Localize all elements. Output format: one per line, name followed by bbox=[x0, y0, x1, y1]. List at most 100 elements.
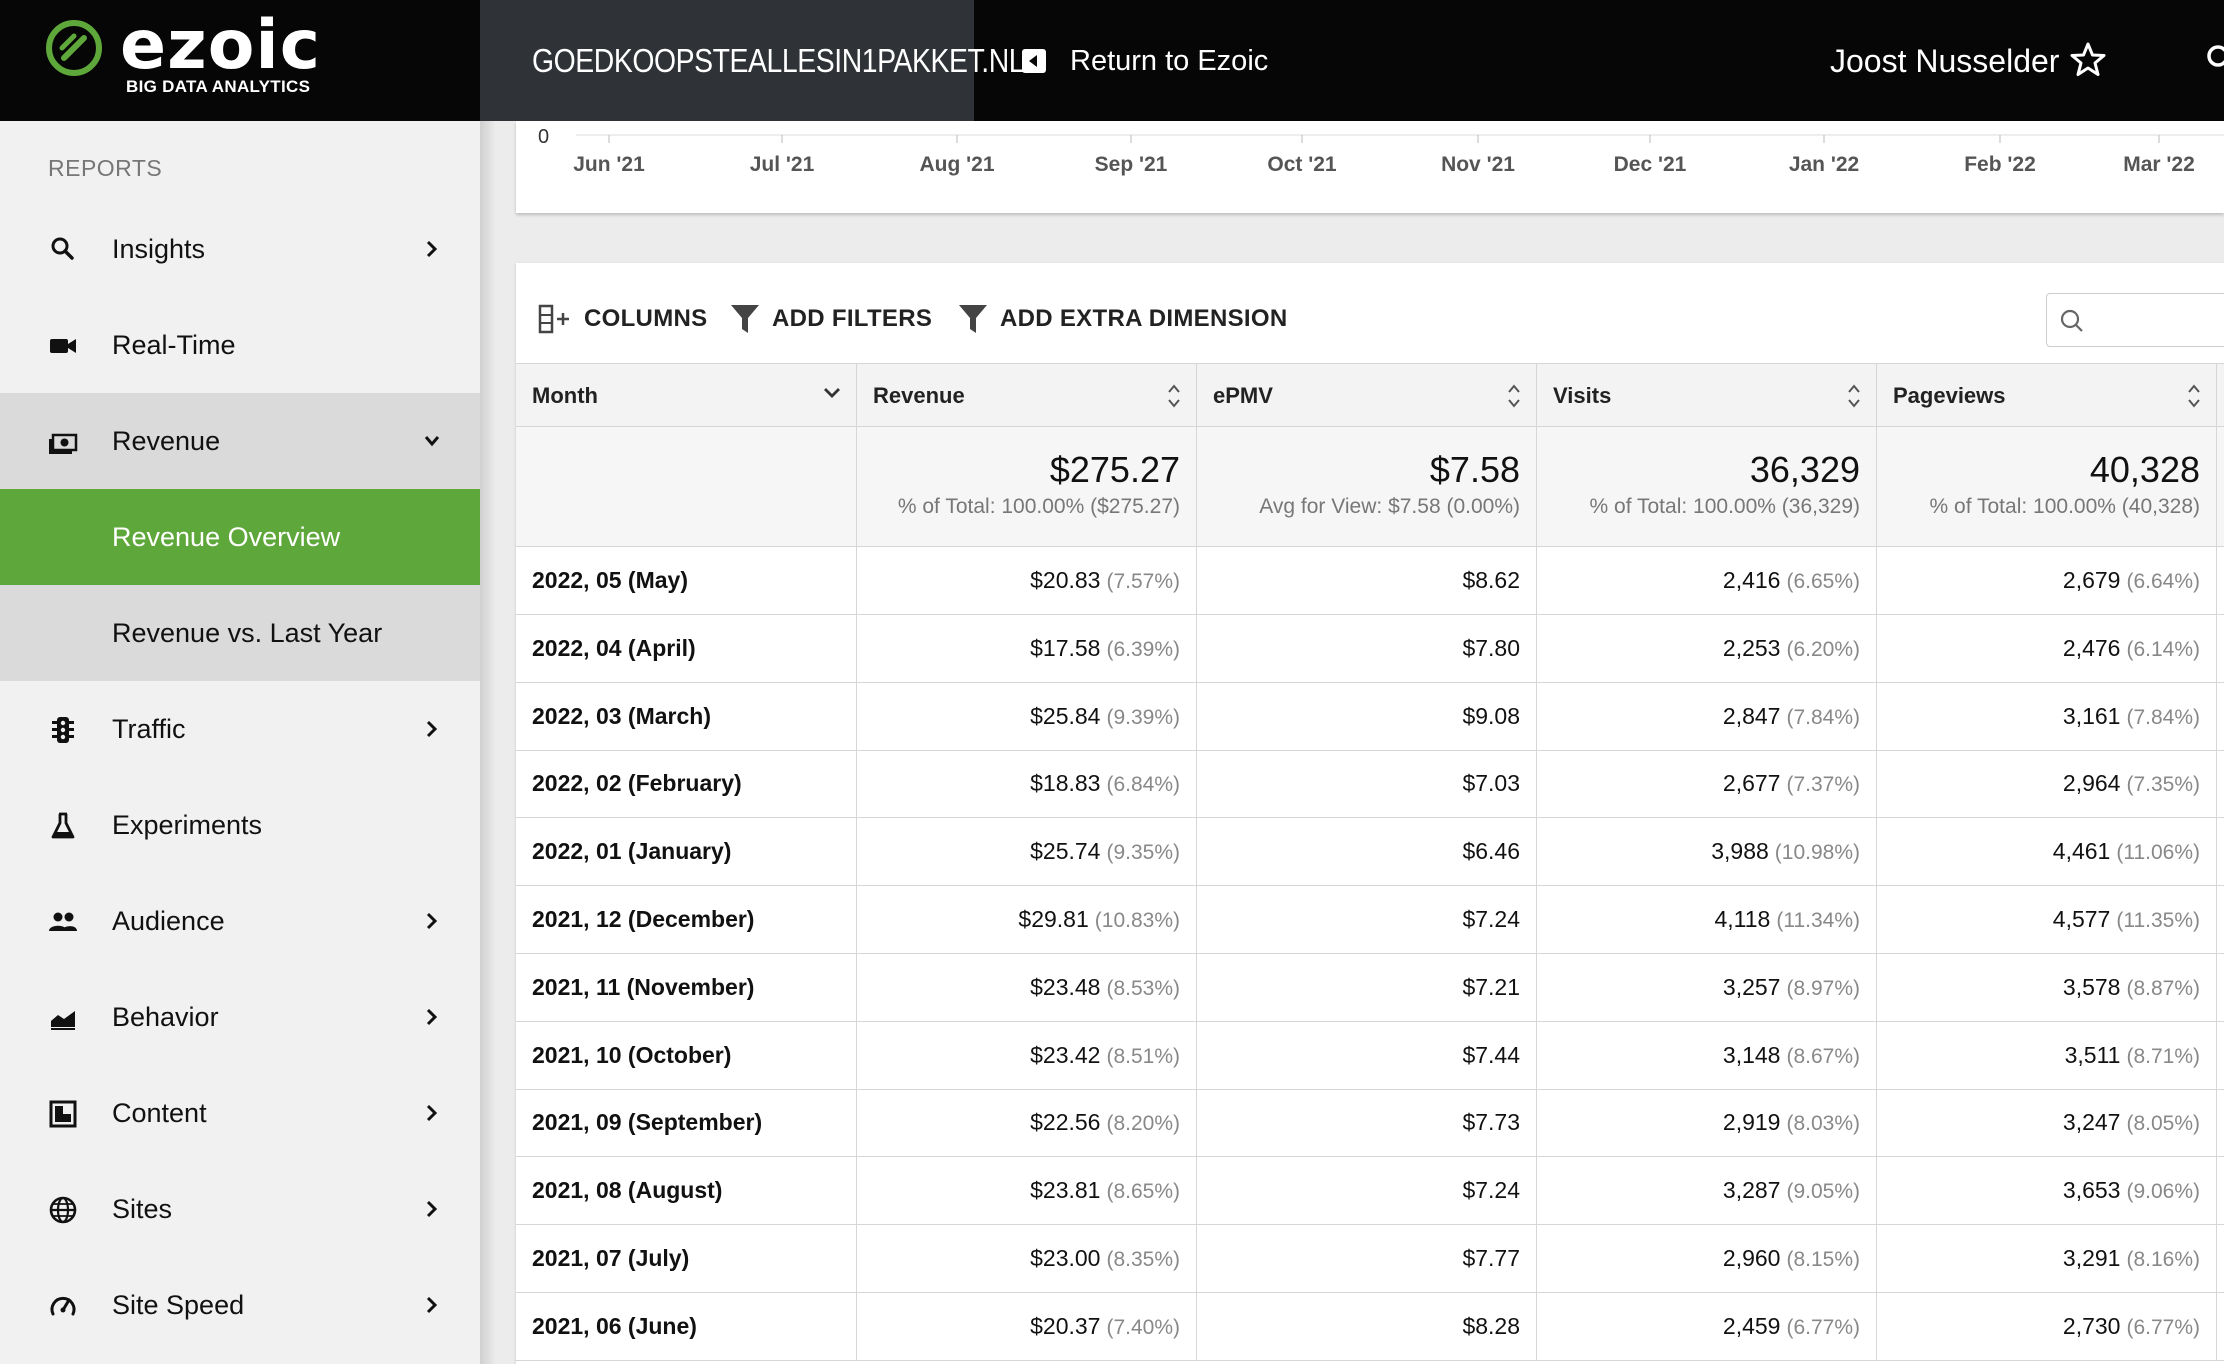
x-tick-label: Oct '21 bbox=[1267, 153, 1337, 176]
cell-percent: (8.51%) bbox=[1106, 1044, 1180, 1068]
cell-value: 3,247 bbox=[2062, 1109, 2121, 1136]
table-row[interactable]: 2021, 09 (September) $22.56 (8.20%) $7.73 2,… bbox=[516, 1089, 2224, 1158]
cell-month: 2022, 01 (January) bbox=[516, 818, 857, 886]
cell-value: $25.84 bbox=[1030, 702, 1101, 729]
cell-percent: (10.83%) bbox=[1094, 909, 1180, 932]
sort-icon bbox=[1848, 384, 1860, 408]
table-row[interactable]: 2021, 12 (December) $29.81 (10.83%) $7.24 4,… bbox=[516, 886, 2224, 954]
cell-percent: (11.06%) bbox=[2116, 841, 2200, 865]
search-icon bbox=[51, 237, 74, 260]
table-row[interactable]: 2022, 05 (May) $20.83 (7.57%) $8.62 2,416 (6.… bbox=[516, 547, 2224, 615]
chevron-right-icon bbox=[426, 240, 438, 258]
sidebar-item-insights[interactable]: Insights bbox=[0, 201, 480, 297]
column-header-epmv[interactable]: ePMV bbox=[1197, 364, 1537, 427]
cell-month: 2021, 12 (December) bbox=[516, 886, 857, 953]
cell-pageviews: 3,578 (8.87%) bbox=[1877, 953, 2217, 1021]
columns-icon bbox=[538, 304, 569, 334]
sidebar-item-label: Content bbox=[112, 1097, 207, 1128]
chevron-down-icon bbox=[824, 388, 840, 398]
area-chart-icon bbox=[51, 1011, 75, 1030]
total-value: 40,328 bbox=[2089, 449, 2200, 490]
cell-value: 2,476 bbox=[2062, 634, 2121, 661]
sidebar-shadow bbox=[480, 121, 496, 1364]
sidebar-item-sites[interactable]: Sites bbox=[0, 1161, 480, 1257]
total-note: % of Total: 100.00% (40,328) bbox=[1929, 495, 2200, 518]
column-header-visits[interactable]: Visits bbox=[1537, 364, 1877, 427]
video-camera-icon bbox=[50, 339, 76, 353]
sidebar-item-experiments[interactable]: Experiments bbox=[0, 777, 480, 873]
sidebar-item-label: Revenue bbox=[112, 425, 221, 456]
sidebar-item-label: Revenue Overview bbox=[112, 521, 341, 552]
cell-visits: 3,988 (10.98%) bbox=[1537, 818, 1877, 886]
cell-percent: (7.84%) bbox=[1786, 705, 1860, 729]
cell-value: 2021, 07 (July) bbox=[532, 1245, 690, 1271]
table-row[interactable]: 2022, 04 (April) $17.58 (6.39%) $7.80 2,253(… bbox=[516, 614, 2224, 683]
table-row[interactable]: 2021, 08 (August) $23.81 (8.65%) $7.24 3,287… bbox=[516, 1157, 2224, 1226]
sidebar-item-label: Revenue vs. Last Year bbox=[112, 617, 383, 648]
totals-pageviews-cell: 40,328 % of Total: 100.00% (40,328) bbox=[1877, 427, 2217, 547]
cell-pageviews: 3,653 (9.06%) bbox=[1877, 1157, 2217, 1225]
sidebar-item-behavior[interactable]: Behavior bbox=[0, 969, 480, 1065]
cell-value: $7.21 bbox=[1462, 973, 1520, 1000]
table-row[interactable]: 2021, 11 (November) $23.48 (8.53%) $7.21 3,2… bbox=[516, 953, 2224, 1022]
return-to-ezoic-link[interactable]: Return to Ezoic bbox=[1022, 38, 1268, 84]
sidebar-item-revenue-overview[interactable]: Revenue Overview bbox=[0, 489, 480, 585]
table-row[interactable]: 2022, 03 (March) $25.84 (9.39%) $9.08 2,847(… bbox=[516, 682, 2224, 751]
cell-value: 3,257 bbox=[1722, 973, 1781, 1000]
table-search-input[interactable] bbox=[2046, 293, 2224, 347]
table-row[interactable]: 2022, 02 (February) $18.83 (6.84%) $7.03 2,6… bbox=[516, 750, 2224, 819]
cell-value: 4,461 bbox=[2052, 838, 2111, 865]
add-extra-dimension-button[interactable]: ADD EXTRA DIMENSION bbox=[958, 299, 1288, 339]
x-tick-label: Aug '21 bbox=[919, 153, 994, 176]
add-filters-button[interactable]: ADD FILTERS bbox=[730, 299, 932, 339]
sidebar-item-site-speed[interactable]: Site Speed bbox=[0, 1257, 480, 1353]
cell-percent: (6.14%) bbox=[2126, 637, 2200, 661]
table-row[interactable]: 2021, 07 (July) $23.00 (8.35%) $7.77 2,960 (8… bbox=[516, 1225, 2224, 1293]
cell-percent: (11.35%) bbox=[2116, 909, 2200, 932]
column-header-month[interactable]: Month bbox=[516, 364, 857, 427]
cell-revenue: $20.83 (7.57%) bbox=[857, 547, 1197, 614]
search-icon[interactable] bbox=[2204, 38, 2224, 82]
sidebar-item-audience[interactable]: Audience bbox=[0, 873, 480, 969]
chevron-down-icon bbox=[424, 436, 440, 447]
table-row[interactable]: 2021, 06 (June) $20.37 (7.40%) $8.28 2,459 (6… bbox=[516, 1292, 2224, 1361]
sidebar-item-revenue-vs-last-year[interactable]: Revenue vs. Last Year bbox=[0, 585, 480, 681]
columns-button[interactable]: COLUMNS bbox=[538, 299, 707, 339]
cell-epmv: $7.44 bbox=[1197, 1021, 1537, 1089]
cell-value: 3,291 bbox=[2062, 1245, 2121, 1271]
cell-percent: (8.20%) bbox=[1106, 1112, 1180, 1136]
cell-visits: 2,919 (8.03%) bbox=[1537, 1089, 1877, 1157]
ezoic-logo[interactable]: ezoic BIG DATA ANALYTICS bbox=[0, 0, 480, 121]
cell-value: $22.56 bbox=[1030, 1109, 1101, 1136]
star-icon[interactable] bbox=[2068, 38, 2108, 82]
site-name-tab[interactable]: GOEDKOOPSTEALLESIN1PAKKET.NL bbox=[480, 0, 1025, 121]
cell-visits: 2,416 (6.65%) bbox=[1537, 547, 1877, 614]
cell-percent: (8.87%) bbox=[2126, 976, 2200, 1000]
sidebar-item-content[interactable]: Content bbox=[0, 1065, 480, 1161]
cell-month: 2021, 11 (November) bbox=[516, 953, 857, 1021]
cell-value: 2021, 11 (November) bbox=[532, 973, 755, 1000]
column-header-label: ePMV bbox=[1213, 382, 1273, 408]
x-tick-label: Nov '21 bbox=[1441, 153, 1515, 176]
cell-value: 2,960 bbox=[1722, 1245, 1781, 1271]
cell-pageviews: 2,679 (6.64%) bbox=[1877, 547, 2217, 614]
cell-percent: (8.65%) bbox=[1106, 1180, 1180, 1204]
cell-value: $9.08 bbox=[1462, 702, 1520, 729]
total-value: 36,329 bbox=[1749, 449, 1860, 490]
table-row[interactable]: 2022, 01 (January) $25.74 (9.35%) $6.46 3,98… bbox=[516, 818, 2224, 887]
cell-revenue: $23.48 (8.53%) bbox=[857, 953, 1197, 1021]
sidebar-item-traffic[interactable]: Traffic bbox=[0, 681, 480, 777]
cell-value: 4,118 bbox=[1714, 906, 1771, 932]
cell-percent: (8.16%) bbox=[2126, 1248, 2200, 1271]
column-header-label: Month bbox=[532, 382, 598, 408]
sidebar-item-real-time[interactable]: Real-Time bbox=[0, 297, 480, 393]
column-header-pageviews[interactable]: Pageviews bbox=[1877, 364, 2217, 427]
cell-revenue: $20.37 (7.40%) bbox=[857, 1292, 1197, 1360]
filter-icon bbox=[959, 305, 987, 333]
sidebar-item-revenue[interactable]: Revenue bbox=[0, 393, 480, 489]
content-layout-icon bbox=[49, 1100, 77, 1128]
column-header-revenue[interactable]: Revenue bbox=[857, 364, 1197, 427]
user-name[interactable]: Joost Nusselder bbox=[1830, 38, 2059, 84]
table-row[interactable]: 2021, 10 (October) $23.42 (8.51%) $7.44 3,14… bbox=[516, 1021, 2224, 1090]
cell-percent: (9.06%) bbox=[2126, 1180, 2200, 1204]
